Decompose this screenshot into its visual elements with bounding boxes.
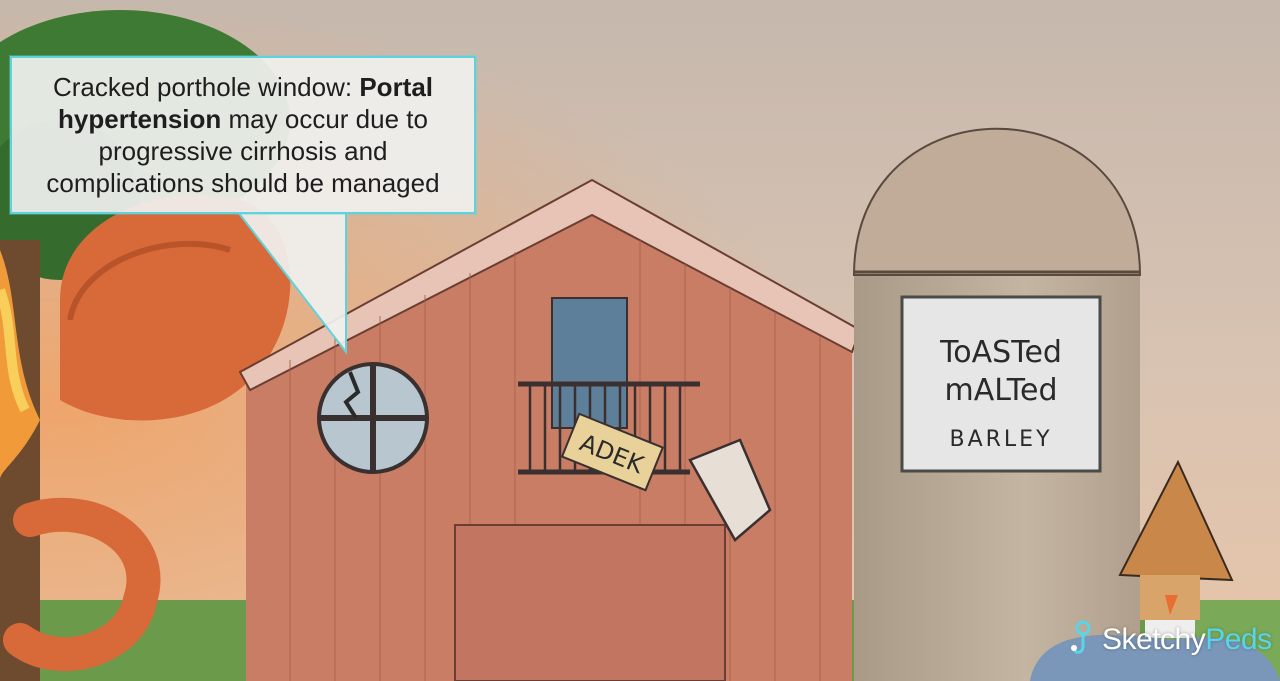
sign-line-barley: BARLEY bbox=[949, 427, 1052, 452]
logo-text: SketchyPeds bbox=[1102, 623, 1272, 656]
barn-door bbox=[454, 524, 726, 681]
sign-line-malted: mALTed bbox=[944, 373, 1057, 408]
callout-text-part1: Cracked porthole window: bbox=[52, 72, 360, 102]
sketchypeds-logo: SketchyPeds bbox=[1070, 618, 1272, 662]
cracked-porthole-window bbox=[317, 362, 429, 474]
silo: ToASTed mALTed BARLEY bbox=[852, 127, 1142, 681]
info-callout: Cracked porthole window: Portal hyperten… bbox=[10, 56, 476, 214]
callout-text: Cracked porthole window: Portal hyperten… bbox=[26, 71, 460, 199]
stethoscope-icon bbox=[1071, 620, 1091, 654]
sign-line-toasted: ToASTed bbox=[939, 335, 1062, 370]
